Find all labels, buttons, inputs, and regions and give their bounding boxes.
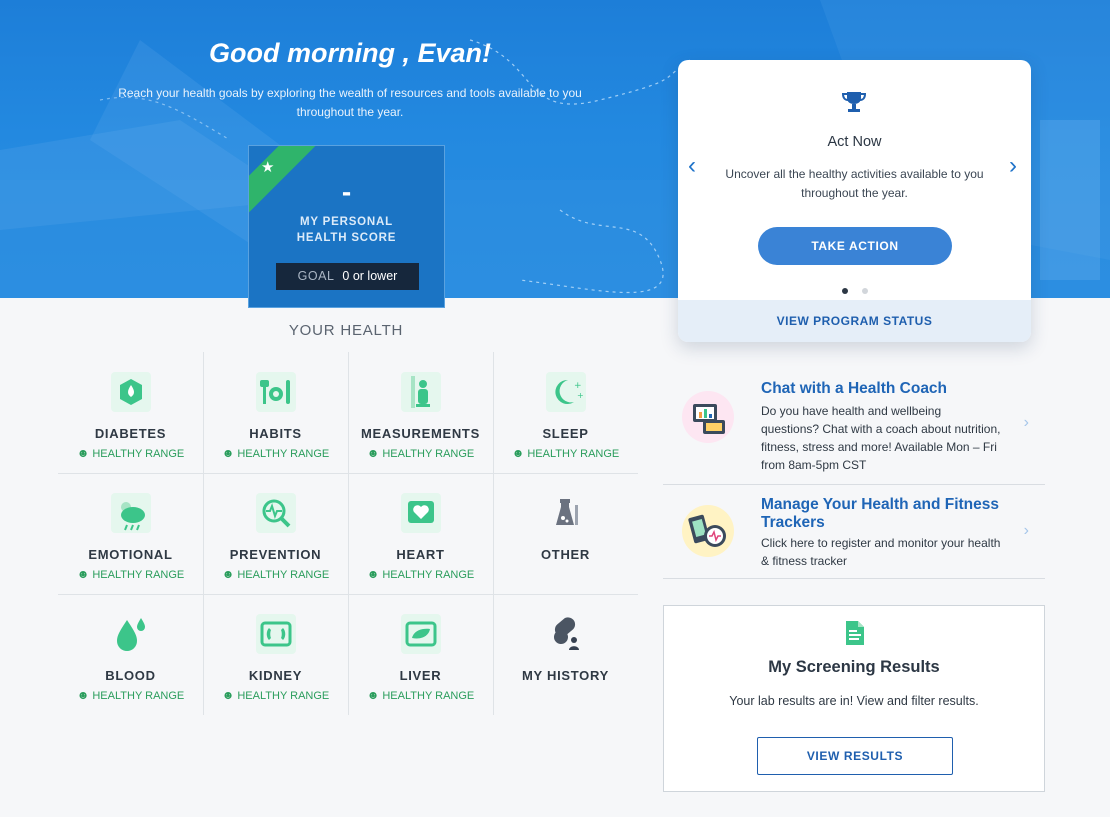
smile-icon: ☻ (511, 446, 525, 460)
screening-results-title: My Screening Results (768, 658, 940, 676)
sleep-icon: ++ (545, 372, 586, 412)
health-score-label-line1: MY PERSONAL (300, 216, 393, 228)
fitness-tracker-icon (682, 505, 734, 557)
chevron-right-icon: › (1023, 414, 1029, 431)
act-now-description: Uncover all the healthy activities avail… (725, 167, 984, 200)
tile-status: ☻ HEALTHY RANGE (221, 688, 330, 702)
screening-results-description: Your lab results are in! View and filter… (729, 694, 979, 708)
view-results-button[interactable]: VIEW RESULTS (757, 737, 953, 775)
other-icon (555, 499, 578, 525)
health-score-label: MY PERSONAL HEALTH SCORE (249, 214, 444, 246)
health-tile-kidney[interactable]: KIDNEY ☻ HEALTHY RANGE (203, 594, 348, 715)
smile-icon: ☻ (221, 688, 235, 702)
hero-subtitle: Reach your health goals by exploring the… (118, 86, 582, 119)
health-tile-prevention[interactable]: PREVENTION ☻ HEALTHY RANGE (203, 473, 348, 594)
smile-icon: ☻ (366, 446, 380, 460)
carousel-dot-1[interactable] (841, 288, 848, 294)
tile-status: ☻ HEALTHY RANGE (76, 446, 185, 460)
tile-status: ☻ HEALTHY RANGE (221, 567, 330, 581)
tile-name: HEART (396, 547, 445, 562)
goal-key: GOAL (297, 269, 335, 283)
trophy-icon (841, 92, 867, 112)
tile-name: MY HISTORY (522, 668, 609, 683)
smile-icon: ☻ (366, 688, 380, 702)
history-icon (553, 617, 579, 650)
smile-icon: ☻ (76, 688, 90, 702)
smile-icon: ☻ (221, 567, 235, 581)
tile-status: ☻ HEALTHY RANGE (366, 446, 475, 460)
goal-badge: GOAL 0 or lower (276, 263, 419, 290)
tile-name: SLEEP (542, 426, 589, 441)
health-tile-emotional[interactable]: EMOTIONAL ☻ HEALTHY RANGE (58, 473, 203, 594)
screening-results-card: My Screening Results Your lab results ar… (663, 605, 1045, 792)
habits-icon (255, 372, 296, 412)
health-score-value: - (341, 176, 352, 207)
tile-name: LIVER (399, 668, 442, 683)
health-tile-diabetes[interactable]: DIABETES ☻ HEALTHY RANGE (58, 352, 203, 473)
health-coach-title: Chat with a Health Coach (761, 380, 948, 397)
star-icon: ★ (261, 159, 275, 176)
health-score-label-line2: HEALTH SCORE (296, 232, 397, 244)
health-tile-liver[interactable]: LIVER ☻ HEALTHY RANGE (348, 594, 493, 715)
emotional-icon (110, 493, 151, 533)
health-tile-sleep[interactable]: + + SLEEP ☻ HEALTHY RANGE (493, 352, 638, 473)
smile-icon: ☻ (221, 446, 235, 460)
health-tile-other[interactable]: OTHER (493, 473, 638, 594)
tile-status: ☻ HEALTHY RANGE (76, 688, 185, 702)
tile-name: OTHER (541, 547, 590, 562)
measurements-icon (400, 372, 441, 412)
tile-name: KIDNEY (248, 668, 303, 683)
greeting-heading: Good morning , Evan! (209, 38, 491, 68)
fitness-trackers-link[interactable]: Manage Your Health and Fitness Trackers … (663, 486, 1045, 578)
divider (663, 484, 1045, 485)
prevention-icon (255, 493, 296, 533)
fitness-trackers-description: Click here to register and monitor your … (761, 536, 1001, 568)
liver-icon (400, 614, 441, 654)
chat-coach-icon (682, 391, 734, 443)
svg-text:+: + (577, 391, 584, 400)
personal-health-score-card[interactable]: ★ - MY PERSONAL HEALTH SCORE GOAL 0 or lo… (248, 145, 445, 308)
tile-status: ☻ HEALTHY RANGE (221, 446, 330, 460)
carousel-dots (678, 281, 1031, 299)
tile-name: DIABETES (94, 426, 167, 441)
health-tile-heart[interactable]: HEART ☻ HEALTHY RANGE (348, 473, 493, 594)
carousel-dot-2[interactable] (861, 288, 868, 294)
view-program-status-link[interactable]: VIEW PROGRAM STATUS (678, 300, 1031, 342)
health-tile-habits[interactable]: HABITS ☻ HEALTHY RANGE (203, 352, 348, 473)
tile-status: ☻ HEALTHY RANGE (76, 567, 185, 581)
goal-value: 0 or lower (342, 269, 398, 283)
blood-icon (116, 618, 145, 651)
tile-status: ☻ HEALTHY RANGE (366, 567, 475, 581)
health-coach-description: Do you have health and wellbeing questio… (761, 404, 1001, 472)
chevron-right-icon: › (1023, 522, 1029, 539)
divider (663, 578, 1045, 579)
tile-status: ☻ HEALTHY RANGE (366, 688, 475, 702)
tile-name: MEASUREMENTS (361, 426, 480, 441)
tile-status: ☻ HEALTHY RANGE (511, 446, 620, 460)
health-tile-my-history[interactable]: MY HISTORY (493, 594, 638, 715)
your-health-heading: YOUR HEALTH (288, 322, 404, 339)
take-action-button[interactable]: TAKE ACTION (758, 227, 952, 265)
health-tile-blood[interactable]: BLOOD ☻ HEALTHY RANGE (58, 594, 203, 715)
carousel-next-icon[interactable]: › (1009, 152, 1017, 180)
smile-icon: ☻ (366, 567, 380, 581)
tile-name: PREVENTION (229, 547, 322, 562)
diabetes-icon (110, 372, 151, 412)
carousel-prev-icon[interactable]: ‹ (688, 152, 696, 180)
smile-icon: ☻ (76, 567, 90, 581)
health-coach-link[interactable]: Chat with a Health Coach Do you have hea… (663, 368, 1045, 484)
tile-name: EMOTIONAL (88, 547, 173, 562)
heart-icon (400, 493, 441, 533)
tile-name: BLOOD (105, 668, 156, 683)
svg-text:+: + (574, 381, 582, 391)
smile-icon: ☻ (76, 446, 90, 460)
health-tile-measurements[interactable]: MEASUREMENTS ☻ HEALTHY RANGE (348, 352, 493, 473)
act-now-title: Act Now (827, 134, 882, 150)
tile-name: HABITS (249, 426, 302, 441)
fitness-trackers-title: Manage Your Health and Fitness Trackers (761, 496, 1000, 531)
lab-report-icon (846, 621, 864, 645)
kidney-icon (255, 614, 296, 654)
act-now-card: Act Now ‹ › Uncover all the healthy acti… (678, 60, 1031, 342)
